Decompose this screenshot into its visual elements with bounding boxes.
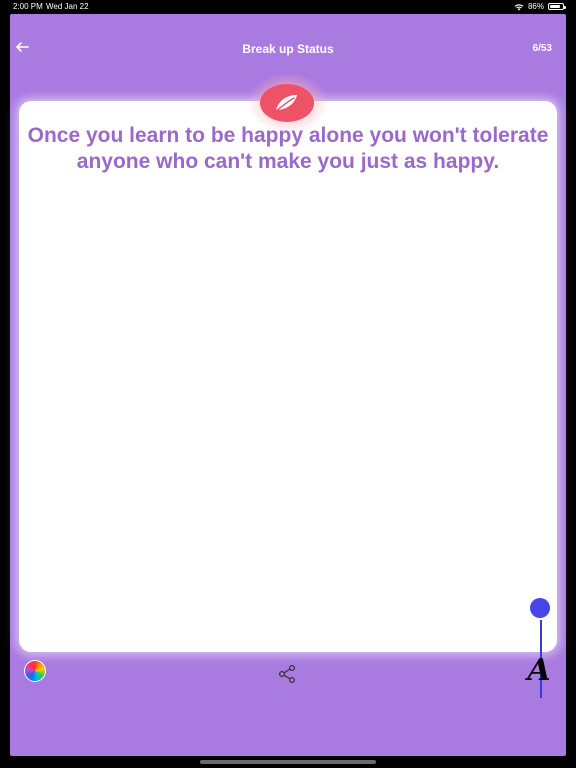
status-bar: 2:00 PM Wed Jan 22 86% bbox=[0, 0, 576, 14]
battery-percent: 86% bbox=[527, 2, 544, 11]
category-badge bbox=[260, 84, 314, 122]
share-button[interactable] bbox=[276, 664, 298, 684]
battery-tip bbox=[564, 6, 566, 9]
page-counter: 6/53 bbox=[532, 43, 552, 54]
status-time: 2:00 PM bbox=[13, 2, 43, 11]
share-icon bbox=[278, 664, 296, 684]
feather-icon bbox=[274, 95, 297, 113]
font-button[interactable]: A bbox=[524, 654, 554, 688]
font-size-slider-knob[interactable] bbox=[530, 598, 550, 618]
page-title: Break up Status bbox=[242, 42, 334, 56]
status-indicators: 86% bbox=[514, 2, 566, 11]
color-wheel-button[interactable] bbox=[24, 660, 46, 682]
home-indicator bbox=[200, 760, 376, 764]
battery-icon bbox=[548, 3, 566, 10]
app-screen: Break up Status 6/53 Once you learn to b… bbox=[10, 14, 566, 756]
status-date: Wed Jan 22 bbox=[46, 2, 89, 11]
wifi-icon bbox=[514, 3, 524, 10]
quote-card: Once you learn to be happy alone you won… bbox=[19, 101, 557, 652]
battery-fill bbox=[550, 5, 561, 8]
font-icon: A bbox=[527, 653, 551, 688]
